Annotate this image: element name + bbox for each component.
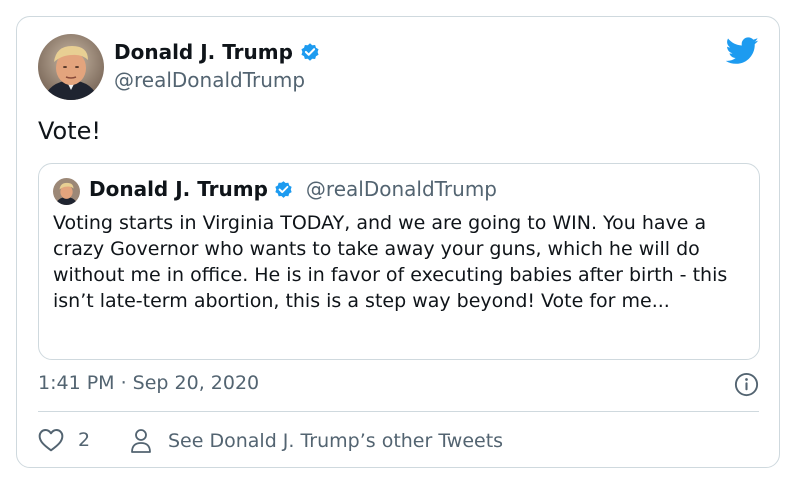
like-count: 2 — [78, 429, 91, 451]
quoted-author-name: Donald J. Trump — [89, 177, 268, 201]
author-name[interactable]: Donald J. Trump — [114, 40, 321, 64]
divider — [38, 411, 759, 412]
tweet-text: Vote! — [38, 117, 102, 145]
other-tweets-label[interactable]: See Donald J. Trump’s other Tweets — [168, 430, 503, 452]
quoted-tweet[interactable]: Donald J. Trump @realDonaldTrump Voting … — [38, 163, 760, 360]
quoted-author-handle: @realDonaldTrump — [305, 177, 497, 201]
tweet-card[interactable]: Donald J. Trump @realDonaldTrump Vote! D… — [16, 16, 780, 468]
person-icon[interactable] — [130, 428, 152, 454]
twitter-bird-icon[interactable] — [725, 37, 759, 65]
quoted-tweet-text: Voting starts in Virginia TODAY, and we … — [53, 212, 728, 312]
verified-badge-icon — [273, 179, 294, 200]
like-button[interactable]: 2 — [38, 428, 90, 452]
author-name-text[interactable]: Donald J. Trump — [114, 40, 293, 64]
heart-icon[interactable] — [38, 428, 64, 452]
author-handle[interactable]: @realDonaldTrump — [114, 68, 305, 92]
quoted-header: Donald J. Trump @realDonaldTrump — [89, 177, 497, 201]
tweet-timestamp[interactable]: 1:41 PM · Sep 20, 2020 — [38, 372, 259, 394]
quoted-author-avatar — [53, 178, 80, 205]
verified-badge-icon — [299, 41, 321, 63]
author-avatar[interactable] — [38, 34, 104, 100]
info-icon[interactable] — [734, 372, 759, 397]
other-tweets-link[interactable]: See Donald J. Trump’s other Tweets — [130, 428, 503, 454]
